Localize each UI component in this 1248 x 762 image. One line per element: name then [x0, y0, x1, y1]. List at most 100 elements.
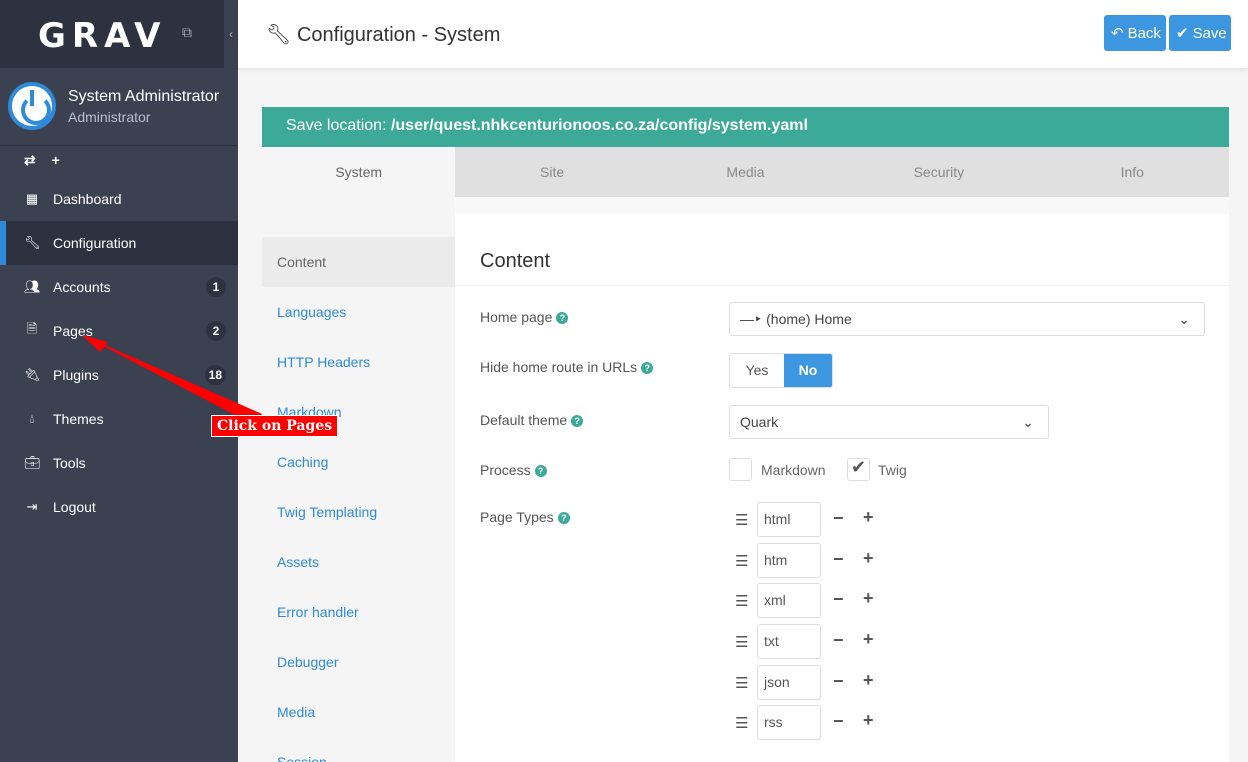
page-type-input[interactable]: xml: [757, 583, 821, 618]
sidebar: GRAV ⧉ ‹ System Administrator Administra…: [0, 0, 238, 762]
grav-logo[interactable]: GRAV: [38, 16, 166, 56]
user-name: System Administrator: [68, 88, 220, 105]
sidebar-item-themes[interactable]: 💧︎ Themes: [0, 397, 238, 441]
tab-media[interactable]: Media: [649, 147, 842, 197]
minus-icon[interactable]: −: [833, 508, 844, 529]
sidebar-item-label: Plugins: [53, 367, 99, 383]
avatar[interactable]: [8, 82, 56, 130]
default-theme-label: Default theme?: [480, 412, 584, 428]
drag-handle-icon[interactable]: ☰: [735, 511, 749, 529]
minus-icon[interactable]: −: [833, 630, 844, 651]
pages-count-badge: 2: [206, 321, 226, 341]
chevron-down-icon: ⌄: [1178, 311, 1190, 327]
sidebar-item-label: Configuration: [53, 235, 137, 251]
quick-actions[interactable]: ⇄ +: [24, 152, 66, 169]
plus-icon[interactable]: +: [863, 507, 874, 528]
section-nav-debugger[interactable]: Debugger: [262, 637, 455, 687]
section-nav-http-headers[interactable]: HTTP Headers: [262, 337, 455, 387]
page-type-input[interactable]: txt: [757, 624, 821, 659]
hide-home-route-toggle: Yes No: [729, 353, 833, 388]
markdown-checkbox[interactable]: [729, 458, 752, 481]
sidebar-item-logout[interactable]: ⇥ Logout: [0, 485, 238, 529]
plugins-count-badge: 18: [204, 365, 226, 385]
section-nav-twig-templating[interactable]: Twig Templating: [262, 487, 455, 537]
page-type-input[interactable]: htm: [757, 543, 821, 578]
section-nav: Content Languages HTTP Headers Markdown …: [262, 197, 455, 762]
hide-home-route-label-text: Hide home route in URLs: [480, 359, 638, 375]
sign-out-icon: ⇥: [26, 499, 38, 514]
process-label-text: Process: [480, 462, 531, 478]
section-heading: Content: [480, 250, 551, 272]
page-type-input[interactable]: json: [757, 665, 821, 700]
file-icon: 🗎: [26, 321, 38, 336]
page-type-input[interactable]: rss: [757, 705, 821, 740]
hide-home-route-label: Hide home route in URLs?: [480, 359, 654, 375]
minus-icon[interactable]: −: [833, 549, 844, 570]
default-theme-select[interactable]: Quark ⌄: [729, 405, 1049, 439]
dashboard-icon: ▦: [25, 191, 39, 206]
save-button[interactable]: ✔ Save: [1169, 15, 1231, 51]
tab-security[interactable]: Security: [842, 147, 1035, 197]
minus-icon[interactable]: −: [833, 671, 844, 692]
section-nav-session[interactable]: Session: [262, 737, 455, 762]
plug-icon: 🔌︎: [24, 367, 41, 382]
sidebar-item-dashboard[interactable]: ▦ Dashboard: [0, 177, 238, 221]
sidebar-item-pages[interactable]: 🗎 Pages 2: [0, 309, 238, 353]
tab-system[interactable]: System: [262, 147, 456, 197]
drag-handle-icon[interactable]: ☰: [735, 714, 749, 732]
annotation-callout: Click on Pages: [211, 415, 339, 437]
page-title-text: Configuration - System: [296, 24, 501, 46]
sidebar-item-plugins[interactable]: 🔌︎ Plugins 18: [0, 353, 238, 397]
sidebar-item-accounts[interactable]: 👥︎ Accounts 1: [0, 265, 238, 309]
content-top-fade: [455, 197, 1229, 214]
tab-site[interactable]: Site: [455, 147, 648, 197]
drag-handle-icon[interactable]: ☰: [735, 592, 749, 610]
check-icon: ✔: [1176, 25, 1189, 42]
section-nav-assets[interactable]: Assets: [262, 537, 455, 587]
tab-info[interactable]: Info: [1036, 147, 1229, 197]
process-label: Process?: [480, 462, 547, 478]
plus-icon[interactable]: +: [863, 548, 874, 569]
top-bar: 🔧︎ Configuration - System ↶ Back ✔ Save: [238, 0, 1248, 68]
home-page-select[interactable]: —‣ (home) Home ⌄: [729, 302, 1205, 336]
sidebar-item-label: Logout: [53, 499, 96, 515]
back-arrow-icon: ↶: [1111, 25, 1124, 42]
plus-icon[interactable]: +: [863, 588, 874, 609]
sidebar-item-configuration[interactable]: 🔧︎ Configuration: [0, 221, 238, 265]
drag-handle-icon[interactable]: ☰: [735, 633, 749, 651]
page-type-input[interactable]: html: [757, 502, 821, 537]
sidebar-item-label: Pages: [53, 323, 93, 339]
sidebar-item-tools[interactable]: 💼︎ Tools: [0, 441, 238, 485]
section-nav-content[interactable]: Content: [262, 237, 455, 287]
help-icon[interactable]: ?: [556, 312, 569, 324]
section-nav-languages[interactable]: Languages: [262, 287, 455, 337]
back-button[interactable]: ↶ Back: [1104, 15, 1166, 51]
plus-icon[interactable]: +: [863, 710, 874, 731]
section-nav-caching[interactable]: Caching: [262, 437, 455, 487]
user-profile[interactable]: System Administrator Administrator: [0, 68, 238, 146]
drag-handle-icon[interactable]: ☰: [735, 552, 749, 570]
toggle-no[interactable]: No: [784, 354, 832, 387]
minus-icon[interactable]: −: [833, 589, 844, 610]
toggle-yes[interactable]: Yes: [730, 354, 784, 387]
twig-checkbox-label: Twig: [878, 462, 907, 478]
content-panel: Content Home page? —‣ (home) Home ⌄ Hide…: [455, 197, 1229, 762]
plus-icon[interactable]: +: [863, 670, 874, 691]
twig-checkbox[interactable]: ✔: [847, 457, 870, 481]
config-tabs: System Site Media Security Info: [262, 147, 1229, 197]
plus-icon[interactable]: +: [863, 629, 874, 650]
save-location-prefix: Save location:: [286, 117, 391, 134]
drag-handle-icon[interactable]: ☰: [735, 674, 749, 692]
help-icon[interactable]: ?: [534, 465, 547, 477]
help-icon[interactable]: ?: [641, 362, 654, 374]
help-icon[interactable]: ?: [571, 415, 584, 427]
help-icon[interactable]: ?: [557, 512, 570, 524]
minus-icon[interactable]: −: [833, 711, 844, 732]
tint-icon: 💧︎: [29, 411, 35, 426]
section-nav-media[interactable]: Media: [262, 687, 455, 737]
collapse-sidebar-button[interactable]: ‹: [224, 0, 238, 68]
home-page-value: —‣ (home) Home: [740, 311, 852, 327]
external-link-icon[interactable]: ⧉: [182, 24, 192, 41]
divider: [455, 285, 1229, 286]
section-nav-error-handler[interactable]: Error handler: [262, 587, 455, 637]
